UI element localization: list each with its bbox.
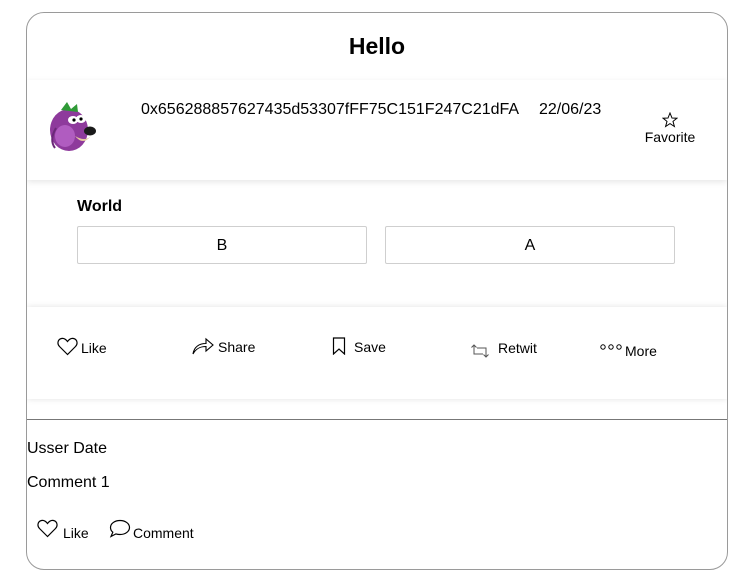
post-header: 0x656288857627435d53307fFF75C151F247C21d… (27, 80, 727, 180)
comment-text: Comment 1 (27, 474, 110, 491)
share-label: Share (218, 339, 256, 355)
share-icon (192, 337, 214, 355)
comment-like-button[interactable]: Like (37, 519, 89, 541)
retweet-button[interactable]: Retwit (470, 340, 537, 360)
like-button[interactable]: Like (57, 337, 107, 356)
post-date: 22/06/23 (539, 101, 602, 118)
speech-bubble-icon (109, 519, 131, 541)
favorite-button[interactable]: Favorite (639, 112, 701, 145)
favorite-label: Favorite (644, 129, 696, 145)
retweet-icon (470, 342, 490, 360)
avatar[interactable] (47, 98, 97, 154)
post-actions-bar: Like Share Save Retwit More (27, 307, 727, 399)
like-label: Like (81, 340, 107, 356)
comment-meta: Usser Date (27, 440, 108, 457)
comment-reply-button[interactable]: Comment (109, 519, 194, 541)
share-button[interactable]: Share (192, 337, 255, 355)
post-title: Hello (348, 33, 406, 59)
bookmark-icon (332, 337, 346, 355)
heart-icon (57, 337, 78, 356)
more-label: More (625, 343, 657, 359)
poll-option-a[interactable]: A (385, 226, 675, 264)
poll-question: World (77, 198, 123, 215)
save-label[interactable]: Save (354, 339, 386, 355)
star-icon (639, 112, 701, 128)
heart-icon (37, 519, 58, 541)
avatar-image (50, 102, 96, 151)
more-button[interactable]: More (600, 343, 657, 359)
post-card: Hello 0x656288857627435d53307fFF75C151F2… (26, 12, 728, 570)
comments-divider (27, 419, 727, 420)
wallet-address: 0x656288857627435d53307fFF75C151F247C21d… (141, 101, 520, 118)
three-dots-icon (600, 343, 622, 351)
retweet-label: Retwit (498, 340, 537, 356)
comment-like-label: Like (63, 525, 89, 541)
save-button[interactable]: Save (332, 337, 386, 355)
comment-label: Comment (133, 525, 194, 541)
poll-option-b[interactable]: B (77, 226, 367, 264)
